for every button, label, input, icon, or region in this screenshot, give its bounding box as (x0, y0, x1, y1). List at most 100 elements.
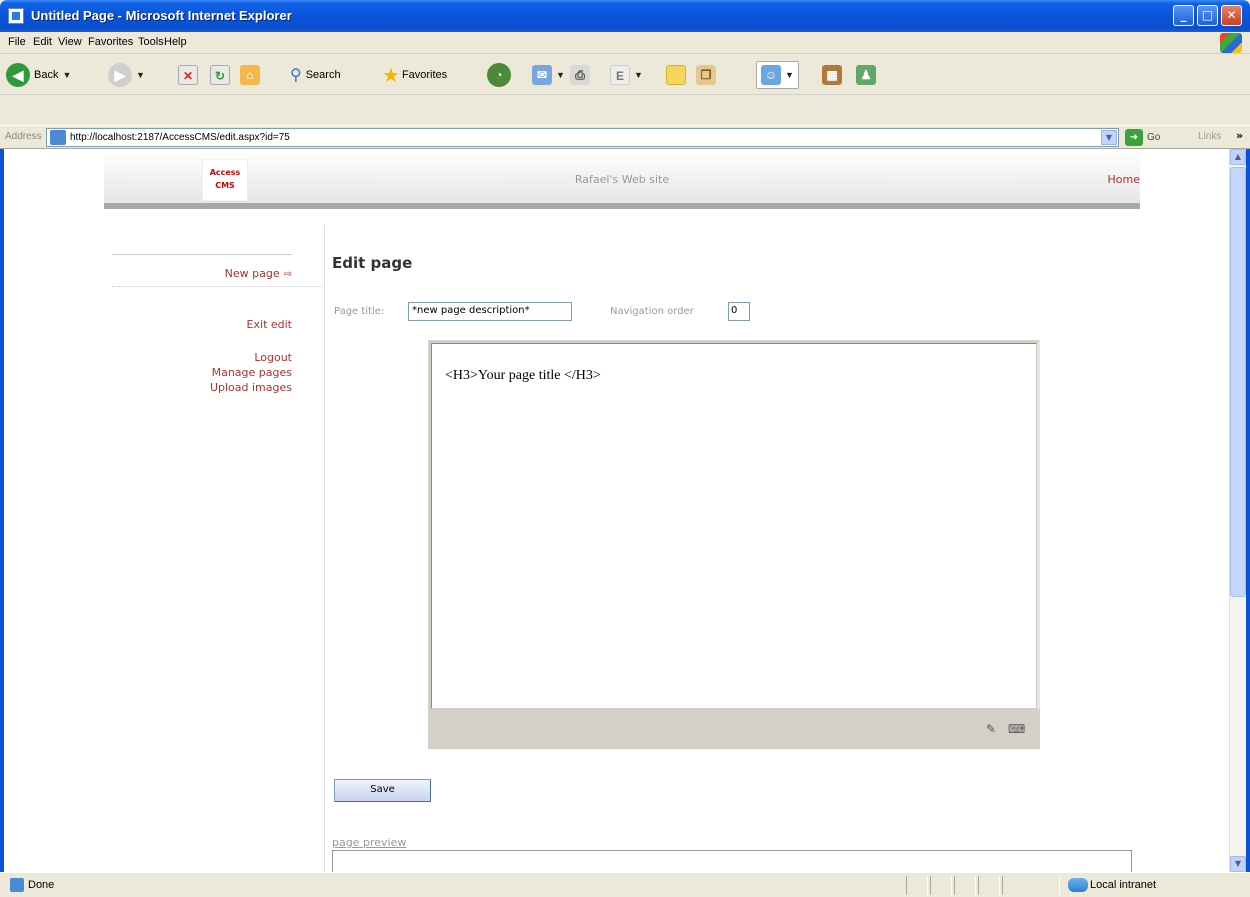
scroll-up-icon[interactable]: ▲ (1230, 149, 1246, 165)
menu-tools[interactable]: Tools (138, 36, 164, 48)
html-editor: <H3>Your page title </H3> ✎ ⌨ (428, 340, 1040, 749)
sidebar-upload-images[interactable]: Upload images (144, 381, 292, 394)
menu-favorites[interactable]: Favorites (88, 36, 133, 48)
maximize-button[interactable]: □ (1197, 5, 1218, 26)
site-title: Rafael's Web site (574, 173, 670, 186)
current-page-arrow-icon: ⇨ (283, 269, 292, 280)
back-dropdown-icon[interactable]: ▼ (62, 70, 71, 80)
messenger-button[interactable]: ☺ ▼ (756, 61, 799, 89)
forward-arrow-icon: ▶ (108, 63, 132, 87)
window-title: Untitled Page - Microsoft Internet Explo… (31, 8, 292, 23)
messenger-icon: ☺ (761, 65, 781, 85)
forward-button[interactable]: ▶ ▼ (108, 61, 145, 89)
mail-icon: ✉ (532, 65, 552, 85)
site-header: Access CMS Rafael's Web site Home (104, 149, 1140, 209)
standard-toolbar: ◀ Back ▼ ▶ ▼ ✕ ↻ ⌂ ⚲ Search ★ Favorites … (0, 55, 1250, 95)
page-viewport: Access CMS Rafael's Web site Home New pa… (0, 149, 1250, 872)
discuss-button[interactable] (666, 61, 686, 89)
stop-button[interactable]: ✕ (178, 61, 198, 89)
tools-icon: ▦ (822, 65, 842, 85)
address-dropdown-icon[interactable]: ▼ (1101, 130, 1117, 145)
go-arrow-icon: ➜ (1125, 129, 1143, 146)
status-panel (930, 876, 952, 895)
go-button[interactable]: ➜ Go (1125, 129, 1160, 146)
users-button[interactable]: ♟ (856, 61, 876, 89)
menu-bar: File Edit View Favorites Tools Help (0, 32, 1250, 54)
messenger-dropdown-icon[interactable]: ▼ (785, 70, 794, 80)
favorites-button[interactable]: ★ Favorites (382, 61, 447, 89)
vertical-scrollbar[interactable]: ▲ ▼ (1229, 149, 1246, 872)
sidebar-logout[interactable]: Logout (144, 351, 292, 364)
scroll-down-icon[interactable]: ▼ (1230, 856, 1246, 872)
stop-icon: ✕ (178, 65, 198, 85)
content-divider (324, 225, 325, 872)
sidebar-item-label: New page (224, 267, 280, 280)
ie-page-icon (8, 8, 24, 24)
refresh-button[interactable]: ↻ (210, 61, 230, 89)
print-icon: ⎙ (570, 65, 590, 85)
close-button[interactable]: ✕ (1221, 5, 1242, 26)
research-button[interactable]: ❐ (696, 61, 716, 89)
note-icon (666, 65, 686, 85)
status-text: Done (28, 879, 55, 891)
history-button[interactable]: ◔ (487, 61, 511, 89)
back-button[interactable]: ◀ Back ▼ (6, 61, 71, 89)
search-label: Search (305, 69, 341, 81)
mail-dropdown-icon[interactable]: ▼ (556, 70, 565, 80)
local-intranet-icon (1068, 878, 1088, 892)
sidebar-divider (112, 254, 292, 255)
editor-toolbar: ✎ ⌨ (428, 709, 1040, 749)
menu-help[interactable]: Help (164, 36, 187, 48)
navigation-order-label: Navigation order (610, 306, 694, 317)
refresh-icon: ↻ (210, 65, 230, 85)
tools-button[interactable]: ▦ (822, 61, 842, 89)
window-title-bar[interactable]: Untitled Page - Microsoft Internet Explo… (0, 0, 1250, 32)
edit-page-icon: E (610, 65, 630, 85)
favorites-star-icon: ★ (382, 64, 400, 87)
address-bar: Address http://localhost:2187/AccessCMS/… (0, 125, 1250, 149)
edit-dropdown-icon[interactable]: ▼ (634, 70, 643, 80)
sidebar-exit-edit[interactable]: Exit edit (144, 318, 292, 331)
favorites-label: Favorites (401, 69, 448, 81)
mail-button[interactable]: ✉ ▼ (532, 61, 565, 89)
status-panel (978, 876, 1000, 895)
page-done-icon (10, 878, 24, 892)
back-label: Back (34, 69, 59, 81)
history-icon: ◔ (487, 63, 511, 87)
page-title-input[interactable]: *new page description* (408, 302, 572, 321)
sidebar-dotted-divider (112, 286, 322, 287)
html-view-icon[interactable]: ⌨ (1008, 721, 1025, 737)
edit-button[interactable]: E ▼ (610, 61, 643, 89)
links-chevron-icon[interactable]: » (1236, 129, 1243, 142)
minimize-button[interactable]: _ (1173, 5, 1194, 26)
page-preview-label: page preview (332, 836, 407, 849)
status-panel (954, 876, 976, 895)
navigation-order-input[interactable]: 0 (728, 302, 750, 321)
editor-content: <H3>Your page title </H3> (445, 368, 601, 383)
menu-view[interactable]: View (58, 36, 82, 48)
address-input[interactable]: http://localhost:2187/AccessCMS/edit.asp… (46, 128, 1119, 147)
address-url[interactable]: http://localhost:2187/AccessCMS/edit.asp… (70, 132, 290, 143)
users-icon: ♟ (856, 65, 876, 85)
home-button[interactable]: ⌂ (240, 61, 260, 89)
windows-logo-icon (1220, 33, 1242, 53)
menu-edit[interactable]: Edit (33, 36, 52, 48)
search-button[interactable]: ⚲ Search (290, 61, 341, 89)
sidebar-item-new-page[interactable]: New page ⇨ (144, 267, 292, 280)
scrollbar-thumb[interactable] (1230, 167, 1246, 597)
editor-textarea[interactable]: <H3>Your page title </H3> (431, 343, 1037, 709)
address-label: Address (5, 131, 42, 142)
forward-dropdown-icon[interactable]: ▼ (136, 70, 145, 80)
links-label[interactable]: Links (1198, 131, 1221, 142)
save-button[interactable]: Save (334, 779, 431, 802)
security-zone-label: Local intranet (1090, 879, 1157, 891)
design-view-icon[interactable]: ✎ (983, 721, 999, 737)
menu-file[interactable]: File (8, 36, 26, 48)
home-link[interactable]: Home (1108, 173, 1140, 186)
status-panel (1002, 876, 1060, 895)
print-button[interactable]: ⎙ (570, 61, 590, 89)
sidebar-manage-pages[interactable]: Manage pages (144, 366, 292, 379)
page-title-label: Page title: (334, 306, 385, 317)
back-arrow-icon: ◀ (6, 63, 30, 87)
page-heading: Edit page (332, 254, 413, 272)
